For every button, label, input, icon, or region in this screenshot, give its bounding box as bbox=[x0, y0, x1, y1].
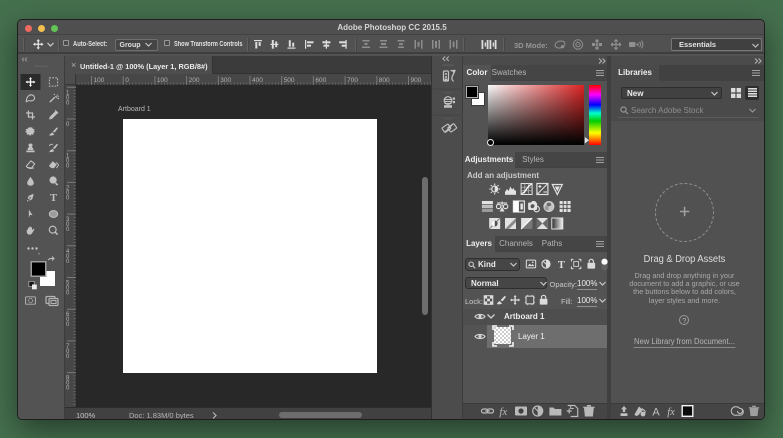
svg-text:600: 600 bbox=[315, 77, 326, 84]
svg-text:300: 300 bbox=[220, 77, 231, 84]
svg-text:0: 0 bbox=[66, 386, 70, 392]
svg-text:0: 0 bbox=[66, 195, 70, 201]
svg-text:0: 0 bbox=[66, 354, 70, 360]
svg-text:500: 500 bbox=[284, 77, 295, 84]
svg-text:fx: fx bbox=[667, 407, 675, 418]
svg-text:T: T bbox=[50, 193, 57, 204]
svg-text:0: 0 bbox=[66, 291, 70, 297]
svg-text:A: A bbox=[652, 407, 660, 419]
svg-text:100: 100 bbox=[157, 77, 168, 84]
svg-text:0: 0 bbox=[66, 227, 70, 233]
svg-text:0: 0 bbox=[66, 259, 70, 265]
svg-text:700: 700 bbox=[347, 77, 358, 84]
svg-text:fx: fx bbox=[499, 406, 507, 418]
svg-text:800: 800 bbox=[379, 77, 390, 84]
svg-text:0: 0 bbox=[66, 322, 70, 328]
svg-text:0: 0 bbox=[66, 122, 70, 128]
svg-text:400: 400 bbox=[252, 77, 263, 84]
svg-text:0: 0 bbox=[66, 164, 70, 170]
svg-text:0: 0 bbox=[125, 77, 129, 84]
svg-text:T: T bbox=[558, 260, 565, 271]
svg-text:0: 0 bbox=[66, 100, 70, 106]
svg-text:900: 900 bbox=[411, 77, 422, 84]
svg-text:100: 100 bbox=[94, 77, 105, 84]
svg-text:200: 200 bbox=[189, 77, 200, 84]
